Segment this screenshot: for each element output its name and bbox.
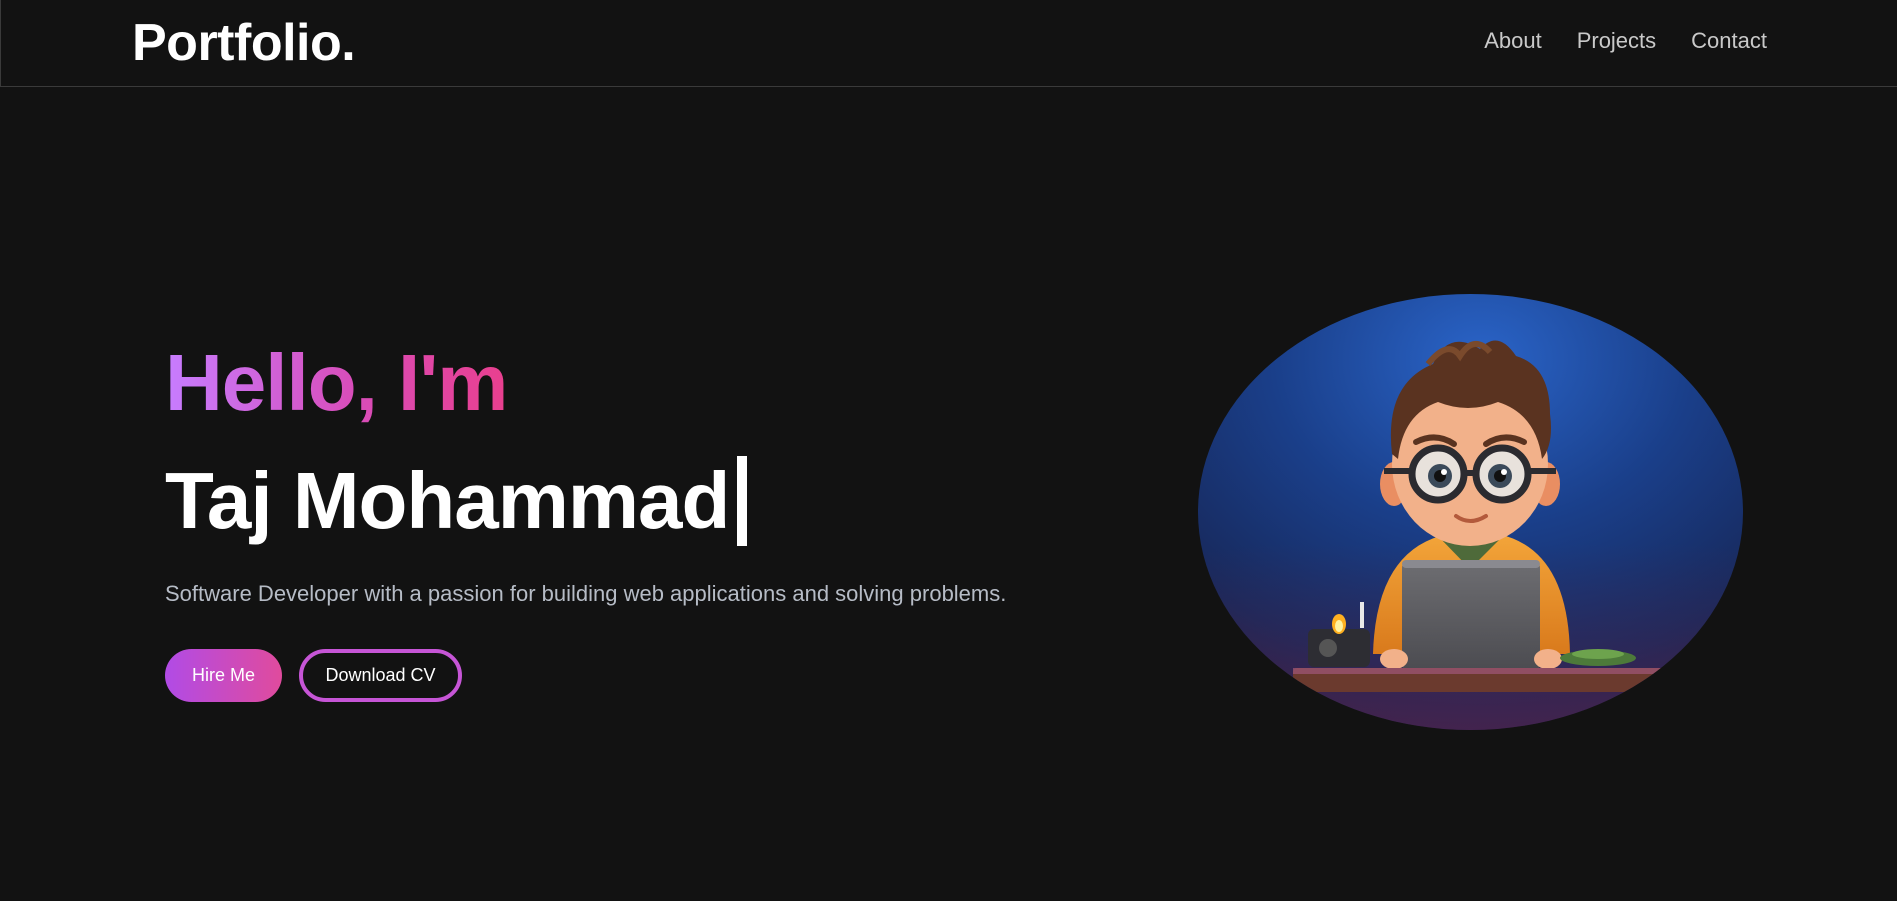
hero-intro: Hello, I'm Taj Mohammad Software Develop… [165, 335, 1145, 702]
hero-tagline: Software Developer with a passion for bu… [165, 581, 1007, 606]
hire-me-button[interactable]: Hire Me [165, 649, 282, 702]
download-cv-button[interactable]: Download CV [299, 649, 462, 702]
nav-link-contact[interactable]: Contact [1691, 26, 1767, 56]
brand-logo[interactable]: Portfolio. [132, 12, 356, 74]
hero-greeting: Hello, I'm [165, 335, 508, 431]
nav-link-projects[interactable]: Projects [1577, 26, 1656, 56]
page: Portfolio. About Projects Contact Hello,… [0, 0, 1897, 901]
developer-avatar-image [1198, 294, 1743, 730]
nav-link-about[interactable]: About [1484, 26, 1542, 56]
navbar: Portfolio. About Projects Contact [0, 0, 1897, 87]
typing-cursor [737, 456, 748, 546]
nav-links: About Projects Contact [1484, 26, 1767, 56]
hero-name-line: Taj Mohammad [165, 453, 1145, 549]
hero-actions: Hire Me Download CV [165, 649, 1145, 702]
developer-avatar-icon [1198, 294, 1743, 730]
hero-name: Taj Mohammad [165, 456, 730, 545]
